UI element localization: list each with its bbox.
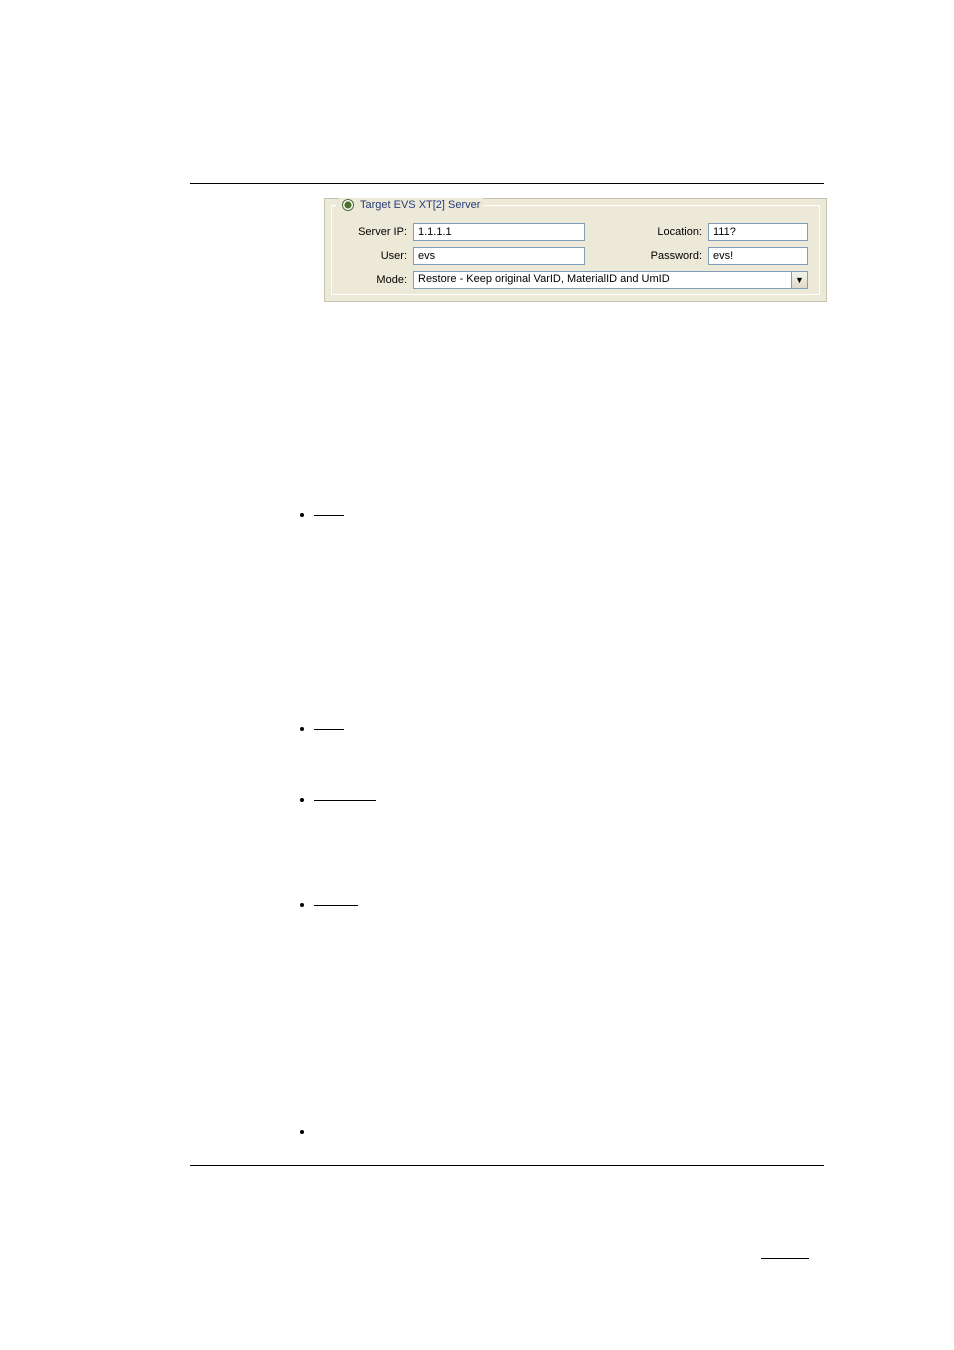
groupbox-legend-label: Target EVS XT[2] Server bbox=[360, 198, 480, 212]
chevron-down-icon: ▼ bbox=[795, 276, 804, 285]
user-input[interactable] bbox=[413, 247, 585, 265]
password-input[interactable] bbox=[708, 247, 808, 265]
list-item bbox=[300, 727, 344, 731]
list-item bbox=[300, 798, 376, 802]
mode-select-dropdown-button[interactable]: ▼ bbox=[791, 271, 808, 289]
list-item bbox=[300, 1130, 304, 1134]
footer-underline bbox=[761, 1258, 809, 1259]
label-location: Location: bbox=[638, 226, 708, 238]
target-evs-server-radio[interactable] bbox=[342, 199, 354, 211]
label-server-ip: Server IP: bbox=[343, 226, 413, 238]
mode-select[interactable]: Restore - Keep original VarID, MaterialI… bbox=[413, 271, 808, 289]
server-ip-input[interactable] bbox=[413, 223, 585, 241]
label-user: User: bbox=[343, 250, 413, 262]
page-top-rule bbox=[190, 183, 824, 184]
list-item bbox=[300, 513, 344, 517]
target-evs-server-groupbox: Target EVS XT[2] Server Server IP: Locat… bbox=[324, 198, 827, 302]
page-bottom-rule bbox=[190, 1165, 824, 1166]
list-item bbox=[300, 903, 358, 907]
location-input[interactable] bbox=[708, 223, 808, 241]
label-password: Password: bbox=[638, 250, 708, 262]
groupbox-legend: Target EVS XT[2] Server bbox=[339, 198, 483, 212]
label-mode: Mode: bbox=[343, 274, 413, 286]
